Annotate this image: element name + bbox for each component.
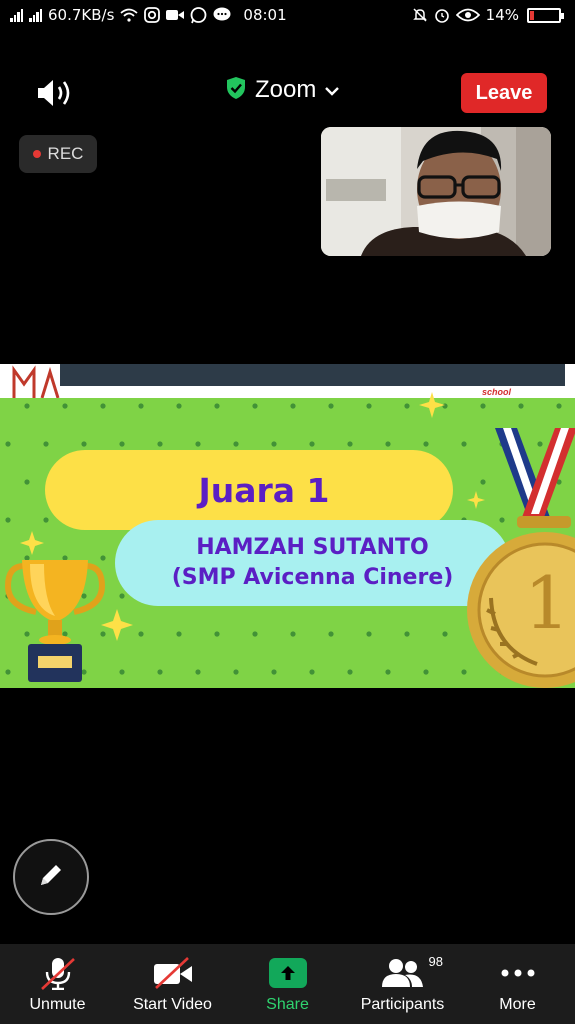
wifi-icon: [120, 8, 138, 22]
app-title: Zoom: [255, 76, 317, 103]
record-dot-icon: [32, 150, 41, 158]
winner-name: HAMZAH SUTANTO: [196, 535, 429, 561]
participants-icon: 98: [381, 954, 443, 988]
signal-icon: [10, 8, 23, 22]
more-dots-icon: [500, 958, 536, 988]
participant-video-image: [321, 127, 551, 256]
winner-school: (SMP Avicenna Cinere): [171, 565, 454, 590]
battery-icon: [527, 7, 564, 23]
more-label: More: [499, 996, 536, 1013]
speaker-icon[interactable]: [34, 76, 78, 110]
participant-count: 98: [428, 954, 443, 969]
meeting-title-dropdown[interactable]: Zoom: [225, 76, 340, 104]
signal-icon: [29, 8, 42, 22]
chevron-down-icon: [324, 81, 340, 100]
share-arrow-icon: [268, 958, 307, 988]
more-button[interactable]: More: [460, 944, 575, 1024]
participants-button[interactable]: 98 Participants: [345, 944, 460, 1024]
video-off-icon: [152, 957, 194, 989]
unmute-label: Unmute: [29, 996, 86, 1013]
status-bar: 60.7KB/s 08:01 14%: [0, 0, 575, 30]
status-right: 14%: [412, 6, 564, 24]
network-speed: 60.7KB/s: [48, 6, 115, 24]
annotate-button[interactable]: [13, 839, 89, 915]
start-video-label: Start Video: [133, 996, 212, 1013]
bell-off-icon: [412, 7, 428, 23]
unmute-button[interactable]: Unmute: [0, 944, 115, 1024]
rec-label: REC: [47, 144, 84, 163]
trophy-icon: [4, 560, 106, 682]
leave-button[interactable]: Leave: [461, 73, 547, 113]
winner-name-pill: HAMZAH SUTANTO (SMP Avicenna Cinere): [115, 520, 510, 606]
mic-muted-icon: [38, 958, 78, 990]
alarm-icon: [434, 7, 450, 23]
participants-label: Participants: [360, 996, 445, 1013]
start-video-button[interactable]: Start Video: [115, 944, 230, 1024]
eye-icon: [455, 8, 480, 22]
status-left: 60.7KB/s 08:01: [10, 6, 287, 24]
pencil-icon: [36, 860, 66, 894]
award-title-pill: Juara 1: [45, 450, 453, 530]
award-title: Juara 1: [198, 470, 330, 510]
recording-badge: REC: [19, 135, 97, 173]
whatsapp-icon: [190, 6, 207, 24]
meeting-top-bar: Zoom Leave: [0, 62, 575, 124]
participant-video-tile[interactable]: [321, 127, 551, 256]
instagram-icon: [144, 7, 161, 23]
clock-time: 08:01: [243, 6, 287, 24]
shared-screen: school Juara 1 HAMZAH SUTANTO (SMP Avice…: [0, 364, 575, 688]
share-button[interactable]: Share: [230, 944, 345, 1024]
meeting-toolbar: Unmute Start Video Share 98 Participants…: [0, 944, 575, 1024]
medal-icon: 1: [467, 428, 575, 688]
share-label: Share: [266, 996, 309, 1013]
chat-icon: [213, 7, 231, 23]
share-icon-wrap: [268, 958, 307, 988]
video-icon: [166, 8, 185, 22]
medal-number: 1: [524, 561, 570, 645]
battery-percent: 14%: [485, 6, 519, 24]
shield-check-icon: [225, 76, 247, 104]
